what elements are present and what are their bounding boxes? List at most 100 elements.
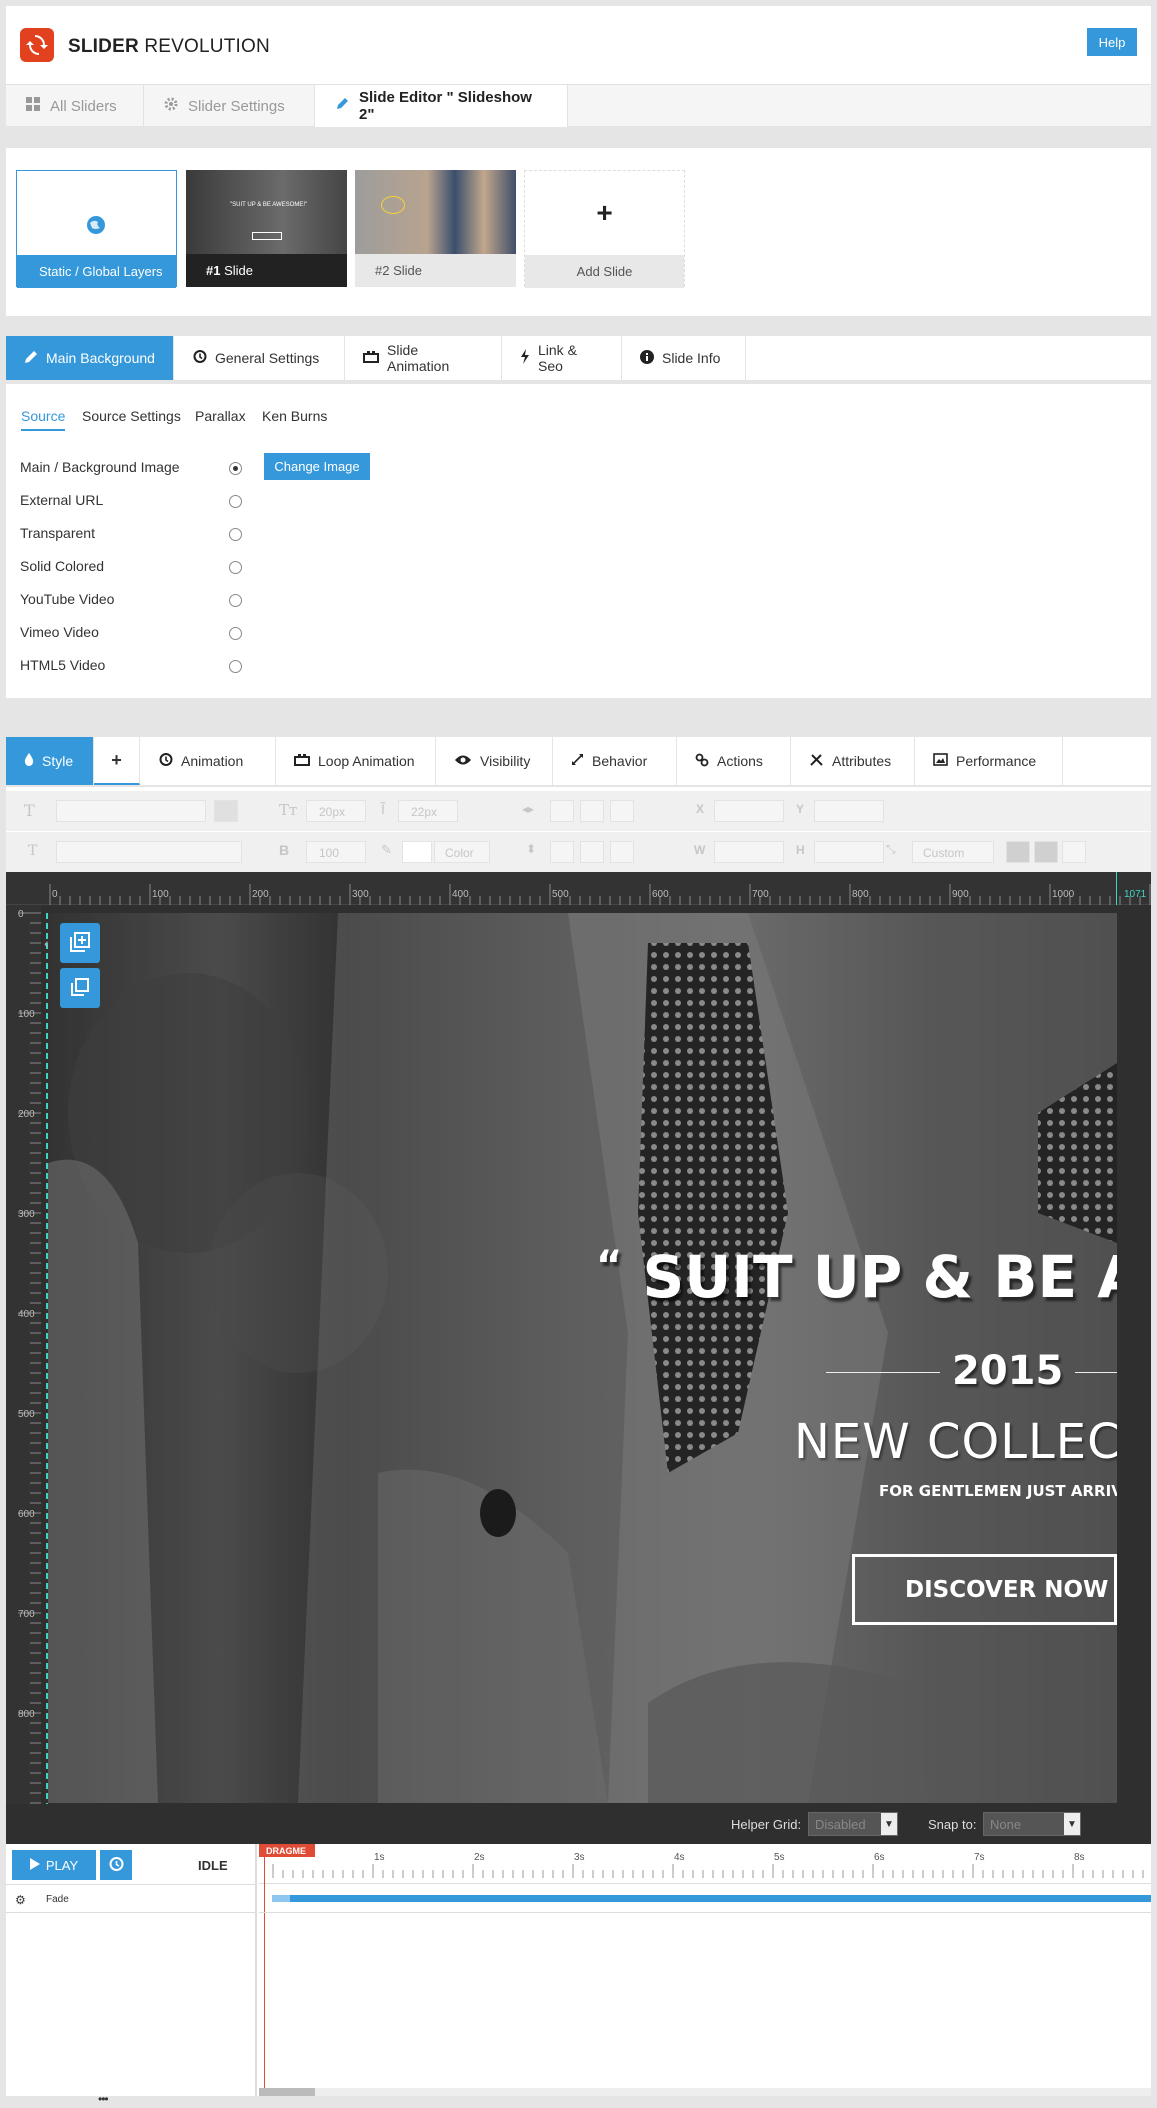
- slide-preview[interactable]: “ SUIT UP & BE AV 2015 NEW COLLECT FOR G…: [48, 913, 1117, 1803]
- align-top-button[interactable]: [550, 841, 574, 863]
- color-input[interactable]: Color: [434, 841, 490, 863]
- tab-slider-settings[interactable]: Slider Settings: [144, 85, 315, 127]
- font-family-select[interactable]: [56, 800, 206, 822]
- align-left-button[interactable]: [550, 800, 574, 822]
- source-option-youtube[interactable]: YouTube Video: [20, 591, 242, 611]
- slide-card-static-layers[interactable]: Static / Global Layers: [16, 170, 177, 288]
- font-weight-input[interactable]: 100: [306, 841, 366, 863]
- more-dots-icon[interactable]: •••: [98, 2092, 109, 2106]
- option-label: Solid Colored: [20, 558, 105, 574]
- align-center-button[interactable]: [580, 800, 604, 822]
- subtab-parallax[interactable]: Parallax: [195, 408, 246, 424]
- tab-slide-editor[interactable]: Slide Editor " Slideshow 2": [315, 85, 568, 127]
- tab-style[interactable]: Style: [6, 737, 94, 785]
- width-input[interactable]: [714, 841, 784, 863]
- tab-performance[interactable]: Performance: [915, 737, 1063, 785]
- tab-label: Actions: [717, 753, 763, 769]
- add-slide-card[interactable]: + Add Slide: [524, 170, 685, 288]
- tab-all-sliders[interactable]: All Sliders: [6, 85, 144, 127]
- radio-button[interactable]: [229, 627, 242, 640]
- tab-slide-animation[interactable]: Slide Animation: [345, 336, 502, 380]
- reset-icon[interactable]: [1062, 841, 1086, 863]
- x-input[interactable]: [714, 800, 784, 822]
- layer-time-bar-start[interactable]: [272, 1895, 290, 1902]
- save-style-icon[interactable]: [214, 800, 238, 822]
- footer-bar: •••: [0, 2092, 1157, 2108]
- scrollbar-thumb[interactable]: [259, 2088, 315, 2096]
- snap-to-label: Snap to:: [928, 1817, 977, 1832]
- duplicate-layer-button[interactable]: [60, 968, 100, 1008]
- select-value: Disabled: [815, 1816, 866, 1832]
- plus-icon: +: [525, 171, 684, 255]
- radio-button[interactable]: [229, 660, 242, 673]
- hero-year[interactable]: 2015: [952, 1348, 1063, 1394]
- subtab-ken-burns[interactable]: Ken Burns: [262, 408, 327, 424]
- align-bottom-button[interactable]: [610, 841, 634, 863]
- tick-label: 1s: [374, 1852, 385, 1863]
- tab-main-background[interactable]: Main Background: [6, 336, 174, 380]
- layer-time-bar[interactable]: [272, 1895, 1151, 1902]
- source-option-solid-colored[interactable]: Solid Colored: [20, 558, 242, 578]
- tab-behavior[interactable]: Behavior: [553, 737, 677, 785]
- timeline-layer-label: Fade: [46, 1894, 69, 1905]
- y-input[interactable]: [814, 800, 884, 822]
- subtab-source[interactable]: Source: [21, 408, 66, 431]
- w-label: W: [694, 843, 706, 857]
- discover-now-button[interactable]: DISCOVER NOW: [852, 1554, 1117, 1625]
- tab-loop-animation[interactable]: Loop Animation: [276, 737, 436, 785]
- link-toggle-icon[interactable]: [1034, 841, 1058, 863]
- radio-button[interactable]: [229, 495, 242, 508]
- tab-attributes[interactable]: Attributes: [791, 737, 915, 785]
- help-button[interactable]: Help: [1087, 28, 1137, 56]
- radio-button[interactable]: [229, 594, 242, 607]
- color-swatch[interactable]: [402, 841, 432, 863]
- font-size-input[interactable]: 20px: [306, 800, 366, 822]
- radio-button[interactable]: [229, 561, 242, 574]
- radio-button[interactable]: [229, 462, 242, 475]
- subtab-source-settings[interactable]: Source Settings: [82, 408, 181, 424]
- link-icon: [695, 753, 709, 770]
- timeline-scrollbar[interactable]: [259, 2088, 1151, 2096]
- option-label: Main / Background Image: [20, 459, 180, 475]
- paragraph-icon[interactable]: [1006, 841, 1030, 863]
- style-select[interactable]: [56, 841, 242, 863]
- tab-actions[interactable]: Actions: [677, 737, 791, 785]
- snap-to-select[interactable]: None ▼: [983, 1812, 1081, 1836]
- hero-tagline[interactable]: FOR GENTLEMEN JUST ARRIVE: [879, 1482, 1117, 1500]
- tab-animation[interactable]: Animation: [140, 737, 276, 785]
- helper-grid-select[interactable]: Disabled ▼: [808, 1812, 898, 1836]
- source-option-transparent[interactable]: Transparent: [20, 525, 242, 545]
- helper-grid-label: Helper Grid:: [731, 1817, 802, 1832]
- dragme-handle[interactable]: DRAGME: [259, 1844, 315, 1857]
- main-background-panel: Main Background General Settings Slide A…: [6, 336, 1151, 698]
- align-middle-button[interactable]: [580, 841, 604, 863]
- custom-select[interactable]: Custom: [912, 841, 994, 863]
- line-height-input[interactable]: 22px: [398, 800, 458, 822]
- tab-visibility[interactable]: Visibility: [436, 737, 553, 785]
- ruler-label: 600: [18, 1509, 35, 1520]
- height-input[interactable]: [814, 841, 884, 863]
- source-option-vimeo[interactable]: Vimeo Video: [20, 624, 242, 644]
- add-style-button[interactable]: +: [94, 737, 140, 785]
- play-button[interactable]: PLAY: [12, 1850, 96, 1880]
- tab-slide-info[interactable]: Slide Info: [622, 336, 746, 380]
- align-right-button[interactable]: [610, 800, 634, 822]
- gear-icon[interactable]: ⚙: [15, 1893, 26, 1907]
- rewind-button[interactable]: [100, 1850, 132, 1880]
- tab-general-settings[interactable]: General Settings: [174, 336, 345, 380]
- source-option-html5[interactable]: HTML5 Video: [20, 657, 242, 677]
- hero-headline[interactable]: “ SUIT UP & BE AV: [596, 1243, 1117, 1311]
- source-option-main-image[interactable]: Main / Background Image: [20, 459, 242, 479]
- change-image-button[interactable]: Change Image: [264, 453, 370, 480]
- hero-collection[interactable]: NEW COLLECT: [794, 1414, 1117, 1470]
- divider: [259, 1912, 1151, 1913]
- slide-card-1[interactable]: "SUIT UP & BE AWESOME!" #1 Slide: [186, 170, 347, 287]
- tab-link-seo[interactable]: Link & Seo: [502, 336, 622, 380]
- main-nav: All Sliders Slider Settings Slide Editor…: [6, 84, 1151, 127]
- radio-button[interactable]: [229, 528, 242, 541]
- ruler-label: 900: [952, 889, 969, 900]
- source-option-external-url[interactable]: External URL: [20, 492, 242, 512]
- slide-card-2[interactable]: #2 Slide: [355, 170, 516, 287]
- timeline-panel: PLAY IDLE ⚙ Fade 1s 2s 3s 4s 5s 6s 7s 8s…: [6, 1844, 1151, 2096]
- add-layer-button[interactable]: [60, 923, 100, 963]
